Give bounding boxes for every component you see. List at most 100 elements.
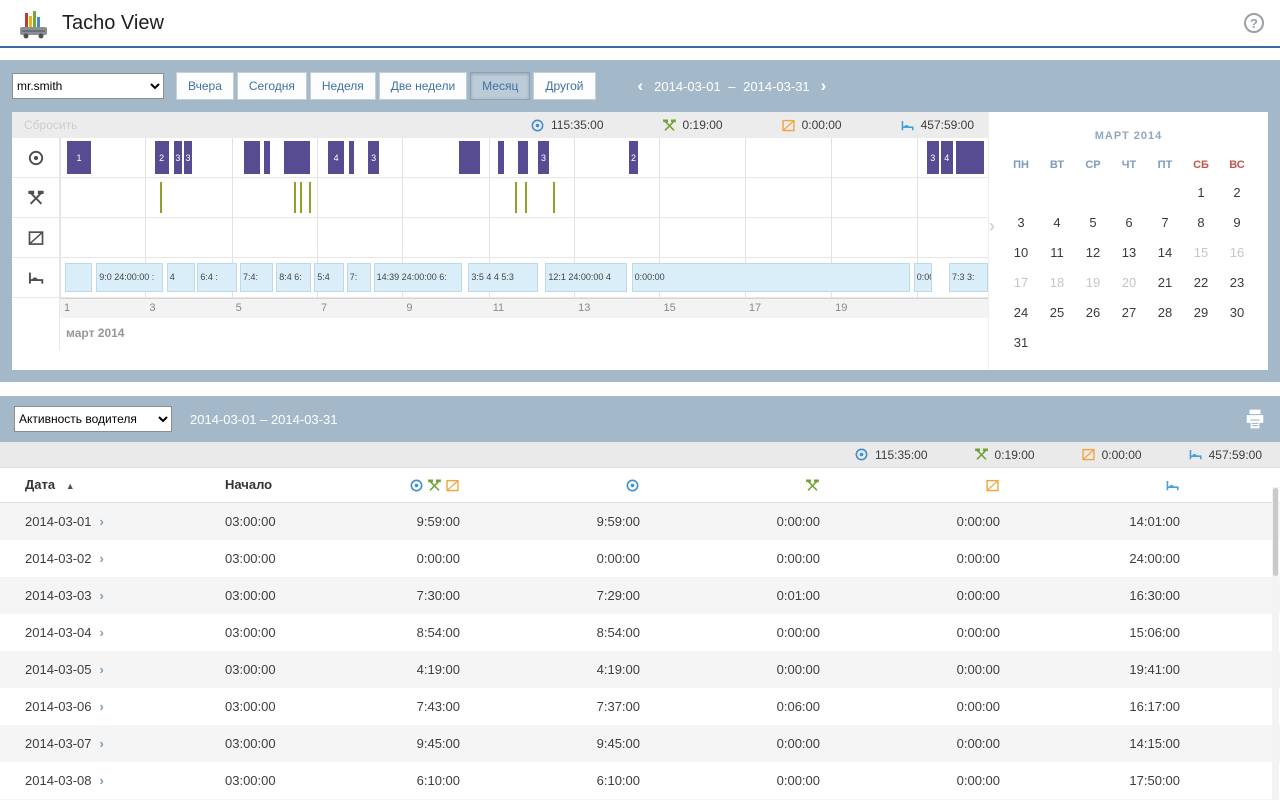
driving-bar[interactable]: 3 [927,141,939,174]
calendar-day[interactable]: 24 [1003,298,1039,328]
column-header-work[interactable] [740,468,920,502]
calendar-day[interactable]: 7 [1147,208,1183,238]
print-icon[interactable] [1244,408,1266,430]
rest-band[interactable]: 0:00:00 [632,263,910,292]
table-scrollbar[interactable] [1272,487,1279,800]
calendar-day[interactable]: 6 [1111,208,1147,238]
row-expand-icon[interactable]: › [100,588,104,603]
rest-band[interactable]: 12:1 24:00:00 4 [545,263,627,292]
row-expand-icon[interactable]: › [100,736,104,751]
driving-bar[interactable] [459,141,480,174]
column-header-rest[interactable] [1100,468,1280,502]
table-row[interactable]: 2014-03-03›03:00:007:30:007:29:000:01:00… [0,577,1280,614]
help-icon[interactable]: ? [1244,13,1264,33]
calendar-day[interactable]: 29 [1183,298,1219,328]
driving-bar[interactable] [349,141,355,174]
rest-band[interactable]: 14:39 24:00:00 6: [374,263,462,292]
row-expand-icon[interactable]: › [100,699,104,714]
driving-bar[interactable] [956,141,984,174]
driving-bar[interactable] [518,141,527,174]
driving-bar[interactable]: 2 [155,141,169,174]
driving-bar[interactable]: 2 [629,141,638,174]
range-button[interactable]: Другой [533,72,595,100]
calendar-day[interactable]: 14 [1147,238,1183,268]
row-expand-icon[interactable]: › [100,551,104,566]
column-header-availability[interactable] [920,468,1100,502]
reset-button[interactable]: Сбросить [12,118,89,132]
driving-bar[interactable]: 3 [184,141,191,174]
rest-band[interactable]: 0:00 [914,263,933,292]
driving-bar[interactable] [498,141,504,174]
work-mark[interactable] [160,182,162,213]
calendar-day[interactable]: 2 [1219,178,1255,208]
column-header-date[interactable]: Дата ▲ [0,468,200,502]
table-row[interactable]: 2014-03-08›03:00:006:10:006:10:000:00:00… [0,762,1280,799]
calendar-day[interactable]: 30 [1219,298,1255,328]
calendar-day[interactable]: 16 [1219,238,1255,268]
table-row[interactable]: 2014-03-06›03:00:007:43:007:37:000:06:00… [0,688,1280,725]
rest-band[interactable]: 5:4 [314,263,344,292]
calendar-day[interactable]: 31 [1003,328,1039,358]
calendar-day[interactable]: 28 [1147,298,1183,328]
work-mark[interactable] [309,182,311,213]
work-mark[interactable] [515,182,517,213]
driving-bar[interactable] [244,141,260,174]
driving-bar[interactable]: 3 [538,141,549,174]
range-button[interactable]: Неделя [310,72,376,100]
scrollbar-thumb[interactable] [1273,488,1278,576]
rest-band[interactable]: 6:4 : [197,263,237,292]
work-mark[interactable] [294,182,296,213]
row-expand-icon[interactable]: › [100,514,104,529]
calendar-day[interactable]: 17 [1003,268,1039,298]
calendar-day[interactable]: 27 [1111,298,1147,328]
calendar-day[interactable]: 11 [1039,238,1075,268]
column-header-start[interactable]: Начало [200,468,380,502]
rest-band[interactable]: 8:4 6: [276,263,311,292]
rest-band[interactable]: 9:0 24:00:00 : [96,263,163,292]
calendar-day[interactable]: 10 [1003,238,1039,268]
work-mark[interactable] [525,182,527,213]
calendar-day[interactable]: 19 [1075,268,1111,298]
driving-bar[interactable] [284,141,310,174]
calendar-day[interactable]: 23 [1219,268,1255,298]
range-button[interactable]: Месяц [470,72,530,100]
calendar-expand-icon[interactable]: › [989,216,995,237]
calendar-day[interactable]: 26 [1075,298,1111,328]
column-header-total[interactable] [380,468,560,502]
work-mark[interactable] [553,182,555,213]
row-expand-icon[interactable]: › [100,662,104,677]
table-row[interactable]: 2014-03-05›03:00:004:19:004:19:000:00:00… [0,651,1280,688]
driver-select[interactable]: mr.smith [12,73,164,99]
table-row[interactable]: 2014-03-04›03:00:008:54:008:54:000:00:00… [0,614,1280,651]
rest-band[interactable] [65,263,93,292]
range-button[interactable]: Две недели [379,72,467,100]
rest-band[interactable]: 7:4: [240,263,273,292]
driving-bar[interactable]: 4 [941,141,953,174]
calendar-day[interactable]: 20 [1111,268,1147,298]
range-button[interactable]: Сегодня [237,72,307,100]
driving-bar[interactable]: 3 [368,141,379,174]
calendar-day[interactable]: 4 [1039,208,1075,238]
range-button[interactable]: Вчера [176,72,234,100]
timeline-plot[interactable]: 1233433234 9:0 24:00:00 :46:4 :7:4:8:4 6… [60,138,988,298]
driving-bar[interactable]: 3 [174,141,181,174]
row-expand-icon[interactable]: › [100,625,104,640]
calendar-day[interactable]: 9 [1219,208,1255,238]
table-row[interactable]: 2014-03-07›03:00:009:45:009:45:000:00:00… [0,725,1280,762]
rest-band[interactable]: 7:3 3: [949,263,988,292]
calendar-day[interactable]: 25 [1039,298,1075,328]
calendar-day[interactable]: 21 [1147,268,1183,298]
calendar-day[interactable]: 13 [1111,238,1147,268]
table-row[interactable]: 2014-03-01›03:00:009:59:009:59:000:00:00… [0,503,1280,540]
calendar-day[interactable]: 8 [1183,208,1219,238]
rest-band[interactable]: 7: [347,263,371,292]
table-row[interactable]: 2014-03-02›03:00:000:00:000:00:000:00:00… [0,540,1280,577]
calendar-day[interactable]: 1 [1183,178,1219,208]
next-period-icon[interactable]: › [821,76,827,96]
report-type-select[interactable]: Активность водителя [14,406,172,432]
column-header-driving[interactable] [560,468,740,502]
work-mark[interactable] [300,182,302,213]
calendar-day[interactable]: 18 [1039,268,1075,298]
row-expand-icon[interactable]: › [100,773,104,788]
prev-period-icon[interactable]: ‹ [638,76,644,96]
